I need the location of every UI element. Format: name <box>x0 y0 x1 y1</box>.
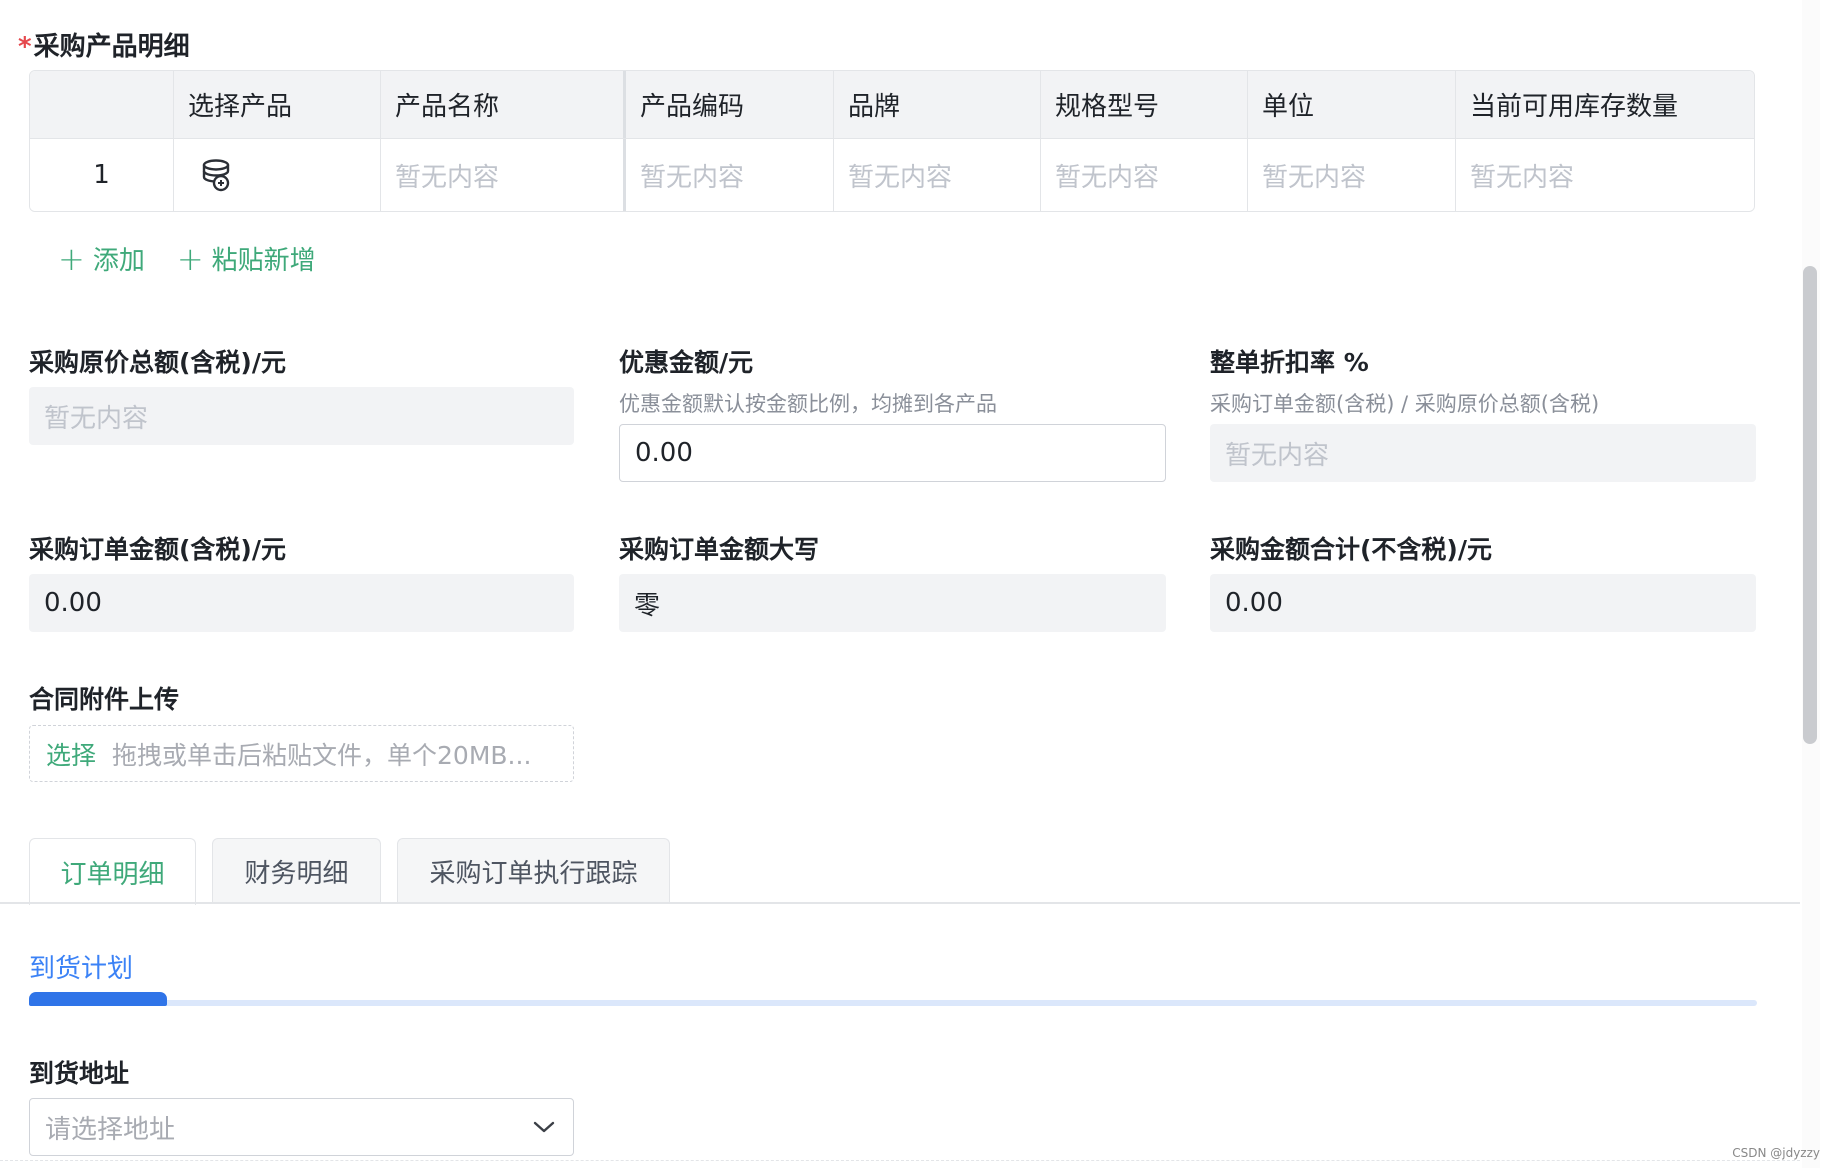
discount-rate-field: 暂无内容 <box>1210 424 1756 482</box>
upload-pick-link[interactable]: 选择 <box>46 736 96 772</box>
header-spec: 规格型号 <box>1041 71 1248 138</box>
order-amount-label: 采购订单金额(含税)/元 <box>29 535 286 564</box>
order-amount-upper-field: 零 <box>619 574 1166 632</box>
address-select[interactable]: 请选择地址 <box>29 1098 574 1156</box>
add-label: 添加 <box>92 246 145 276</box>
required-mark: * <box>18 32 32 62</box>
cell-product-code: 暂无内容 <box>626 139 834 211</box>
cell-stock: 暂无内容 <box>1470 162 1575 193</box>
cell-unit: 暂无内容 <box>1248 139 1456 211</box>
original-total-field: 暂无内容 <box>29 387 574 445</box>
original-total-label: 采购原价总额(含税)/元 <box>29 348 286 377</box>
subtab-arrival-plan[interactable]: 到货计划 <box>29 948 133 985</box>
row-index: 1 <box>30 139 174 211</box>
header-index <box>30 71 174 138</box>
order-amount-upper-label: 采购订单金额大写 <box>619 535 820 564</box>
upload-tip: 拖拽或单击后粘贴文件，单个20MB... <box>112 740 532 770</box>
discount-rate-hint: 采购订单金额(含税) / 采购原价总额(含税) <box>1210 392 1600 416</box>
header-product-name: 产品名称 <box>381 71 626 138</box>
table-row: 1 暂无内容 暂无内容 暂无内容 暂无内容 暂无内容 暂无内容 <box>30 139 1754 211</box>
table-actions: + 添加 + 粘贴新增 <box>58 240 316 277</box>
tab-order-details[interactable]: 订单明细 <box>29 838 196 905</box>
paste-add-label: 粘贴新增 <box>211 246 316 276</box>
total-excl-tax-field: 0.00 <box>1210 574 1756 632</box>
tab-execution-tracking[interactable]: 采购订单执行跟踪 <box>397 838 670 904</box>
scrollbar-thumb[interactable] <box>1803 266 1817 744</box>
cell-brand: 暂无内容 <box>834 139 1041 211</box>
address-placeholder: 请选择地址 <box>45 1114 176 1145</box>
table-header-row: 选择产品 产品名称 产品编码 品牌 规格型号 单位 当前可用库存数量 <box>30 71 1754 139</box>
section-title-text: 采购产品明细 <box>33 32 190 62</box>
add-button[interactable]: + 添加 <box>58 240 145 277</box>
header-brand: 品牌 <box>834 71 1041 138</box>
product-table: 选择产品 产品名称 产品编码 品牌 规格型号 单位 当前可用库存数量 1 暂无内… <box>29 70 1755 212</box>
watermark: CSDN @jdyzzy <box>1732 1146 1820 1160</box>
discount-amount-input[interactable]: 0.00 <box>619 424 1166 482</box>
subtab-progress-fill <box>29 992 167 1006</box>
upload-label: 合同附件上传 <box>29 685 180 714</box>
subtab-progress-track <box>29 1000 1757 1006</box>
address-label: 到货地址 <box>29 1059 130 1088</box>
coins-select-icon[interactable] <box>198 157 234 193</box>
order-amount-field: 0.00 <box>29 574 574 632</box>
discount-amount-hint: 优惠金额默认按金额比例，均摊到各产品 <box>619 392 997 416</box>
plus-icon: + <box>176 239 204 278</box>
discount-amount-label: 优惠金额/元 <box>619 348 754 377</box>
discount-rate-label: 整单折扣率 % <box>1210 348 1369 377</box>
chevron-down-icon <box>533 1121 555 1133</box>
bottom-divider <box>0 1160 1800 1161</box>
header-product-code: 产品编码 <box>626 71 834 138</box>
total-excl-tax-label: 采购金额合计(不含税)/元 <box>1210 535 1492 564</box>
tab-bar-divider <box>0 902 1800 904</box>
header-stock: 当前可用库存数量 <box>1470 92 1679 122</box>
tab-finance-details[interactable]: 财务明细 <box>212 838 381 904</box>
header-unit: 单位 <box>1248 71 1456 138</box>
cell-spec: 暂无内容 <box>1041 139 1248 211</box>
file-upload-dropzone[interactable]: 选择 拖拽或单击后粘贴文件，单个20MB... <box>29 725 574 782</box>
cell-product-name: 暂无内容 <box>381 139 626 211</box>
header-select-product: 选择产品 <box>174 71 381 138</box>
select-product-cell[interactable] <box>174 139 381 211</box>
plus-icon: + <box>58 239 85 278</box>
section-title: *采购产品明细 <box>18 26 190 63</box>
paste-add-button[interactable]: + 粘贴新增 <box>177 240 316 277</box>
